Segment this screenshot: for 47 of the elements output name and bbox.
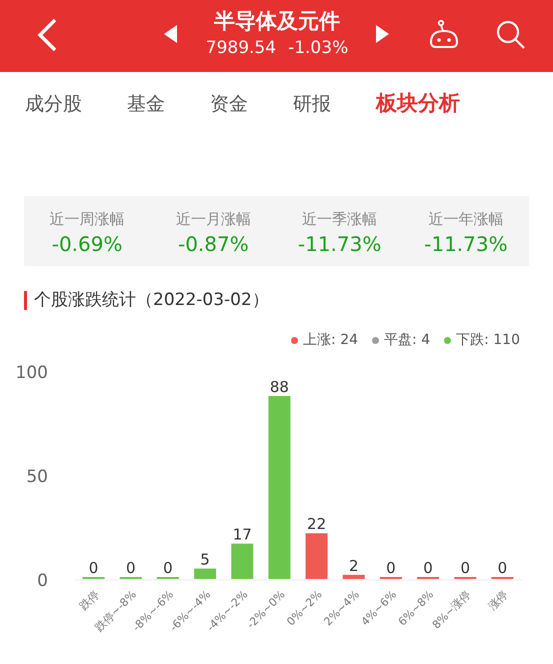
bar-value: 5 — [200, 550, 210, 568]
bar — [194, 568, 216, 578]
stat-value: -11.73% — [424, 231, 508, 258]
sector-title: 半导体及元件 — [214, 8, 340, 35]
bar-value: 0 — [163, 558, 173, 576]
y-axis-label: 100 — [16, 362, 48, 382]
previous-icon[interactable] — [164, 25, 177, 43]
stat-value: -0.69% — [52, 231, 122, 258]
bar-value: 2 — [348, 556, 359, 574]
index-change: -1.03% — [288, 37, 348, 60]
tab[interactable]: 成分股 — [25, 90, 82, 118]
y-axis-label: 50 — [26, 466, 48, 486]
legend-label: 下跌: 110 — [456, 330, 520, 350]
robot-icon[interactable] — [428, 20, 460, 50]
bar-value: 0 — [423, 558, 433, 576]
bar-value: 0 — [126, 558, 136, 576]
section-title: 个股涨跌统计（2022-03-02） — [34, 289, 269, 312]
bar-value: 88 — [270, 377, 289, 396]
x-axis-label: 涨停 — [486, 587, 511, 612]
y-axis-label: 0 — [37, 570, 48, 590]
x-axis-label: 跌停 — [76, 587, 102, 612]
bar-value: 0 — [88, 558, 98, 576]
back-icon[interactable] — [36, 18, 58, 52]
stat-value: -0.87% — [178, 231, 249, 258]
bar — [306, 532, 328, 578]
tab[interactable]: 研报 — [293, 90, 331, 118]
bar-value: 22 — [307, 514, 326, 533]
bar-value: 0 — [386, 558, 396, 576]
next-icon[interactable] — [376, 25, 389, 43]
tab[interactable]: 资金 — [210, 90, 248, 118]
bar — [342, 574, 365, 578]
bar-value: 0 — [460, 558, 470, 576]
bar — [231, 543, 254, 578]
stat-label: 近一年涨幅 — [428, 209, 504, 230]
stat-label: 近一月涨幅 — [176, 209, 251, 230]
index-price: 7989.54 — [206, 37, 276, 60]
stat-label: 近一周涨幅 — [50, 209, 125, 230]
legend-label: 平盘: 4 — [384, 330, 430, 350]
legend-label: 上涨: 24 — [303, 330, 358, 350]
stat-label: 近一季涨幅 — [302, 209, 378, 230]
stat-value: -11.73% — [298, 231, 382, 258]
bar-value: 0 — [498, 558, 508, 576]
bar-value: 17 — [232, 525, 252, 544]
tab[interactable]: 基金 — [127, 90, 165, 118]
search-icon[interactable] — [496, 20, 526, 50]
tab[interactable]: 板块分析 — [376, 88, 460, 120]
section-marker — [24, 291, 27, 310]
